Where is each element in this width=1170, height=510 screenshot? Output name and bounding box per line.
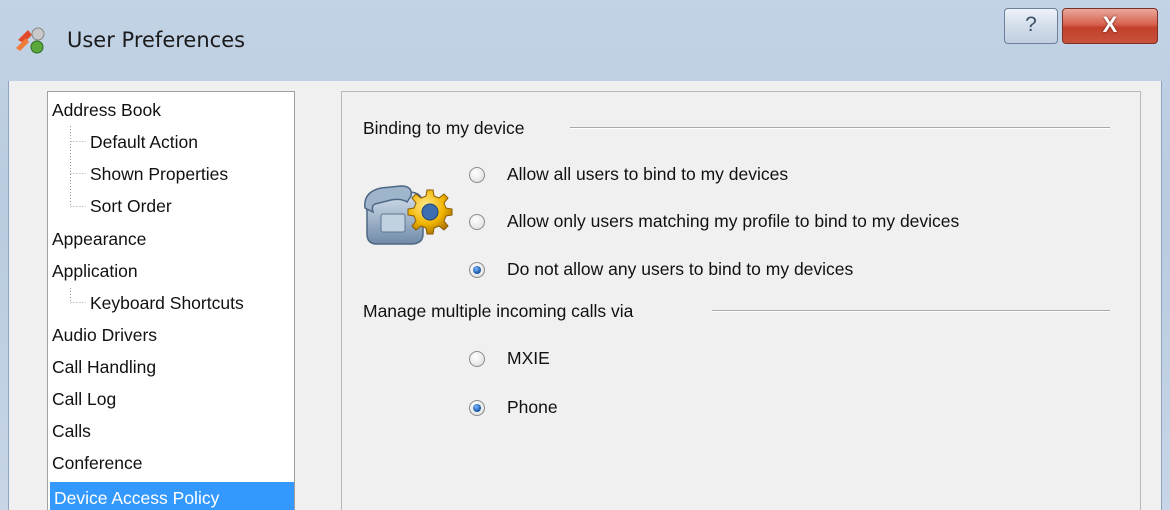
- radio-label-allow-matching: Allow only users matching my profile to …: [507, 211, 960, 231]
- help-label: ?: [1025, 13, 1037, 36]
- close-button[interactable]: X: [1062, 8, 1158, 44]
- calls-group-title: Manage multiple incoming calls via: [363, 301, 642, 322]
- preferences-tree[interactable]: Address Book Default Action Shown Proper…: [47, 91, 295, 510]
- calls-group-line: [712, 310, 1110, 312]
- bind-option-allow-matching[interactable]: Allow only users matching my profile to …: [469, 211, 1089, 237]
- tree-item-device-access-policy[interactable]: Device Access Policy: [50, 482, 294, 510]
- tree-item-application[interactable]: Application: [52, 258, 138, 284]
- tree-item-appearance[interactable]: Appearance: [52, 226, 146, 252]
- tree-item-default-action[interactable]: Default Action: [88, 129, 198, 155]
- tree-item-calls[interactable]: Calls: [52, 418, 91, 444]
- help-button[interactable]: ?: [1004, 8, 1058, 44]
- app-logo-icon: [16, 27, 45, 54]
- binding-group-line: [570, 127, 1110, 129]
- bind-option-allow-all[interactable]: Allow all users to bind to my devices: [469, 164, 1069, 190]
- radio-label-mxie: MXIE: [507, 348, 550, 368]
- close-label: X: [1102, 12, 1118, 37]
- tree-item-audio-drivers[interactable]: Audio Drivers: [52, 322, 157, 348]
- phone-gear-icon: [364, 185, 453, 245]
- calls-option-phone[interactable]: Phone: [469, 397, 669, 423]
- radio-mxie[interactable]: [469, 351, 485, 367]
- radio-label-phone: Phone: [507, 397, 558, 417]
- tree-item-call-handling[interactable]: Call Handling: [52, 354, 156, 380]
- radio-allow-all[interactable]: [469, 167, 485, 183]
- bind-option-deny-all[interactable]: Do not allow any users to bind to my dev…: [469, 259, 1069, 285]
- tree-item-keyboard-shortcuts[interactable]: Keyboard Shortcuts: [88, 290, 244, 316]
- user-preferences-window: User Preferences ? X Address Book Defaul…: [0, 0, 1170, 510]
- tree-item-shown-properties[interactable]: Shown Properties: [88, 161, 228, 187]
- tree-item-sort-order[interactable]: Sort Order: [88, 193, 172, 219]
- binding-group-title: Binding to my device: [363, 118, 533, 139]
- title-bar[interactable]: User Preferences ? X: [0, 0, 1170, 80]
- radio-label-deny-all: Do not allow any users to bind to my dev…: [507, 259, 854, 279]
- tree-item-address-book[interactable]: Address Book: [52, 97, 161, 123]
- radio-phone[interactable]: [469, 400, 485, 416]
- radio-allow-matching[interactable]: [469, 214, 485, 230]
- radio-label-allow-all: Allow all users to bind to my devices: [507, 164, 789, 184]
- window-title: User Preferences: [67, 28, 246, 52]
- dialog-body: Address Book Default Action Shown Proper…: [8, 81, 1162, 510]
- radio-deny-all[interactable]: [469, 262, 485, 278]
- calls-option-mxie[interactable]: MXIE: [469, 348, 669, 374]
- tree-item-conference[interactable]: Conference: [52, 450, 142, 476]
- tree-item-call-log[interactable]: Call Log: [52, 386, 116, 412]
